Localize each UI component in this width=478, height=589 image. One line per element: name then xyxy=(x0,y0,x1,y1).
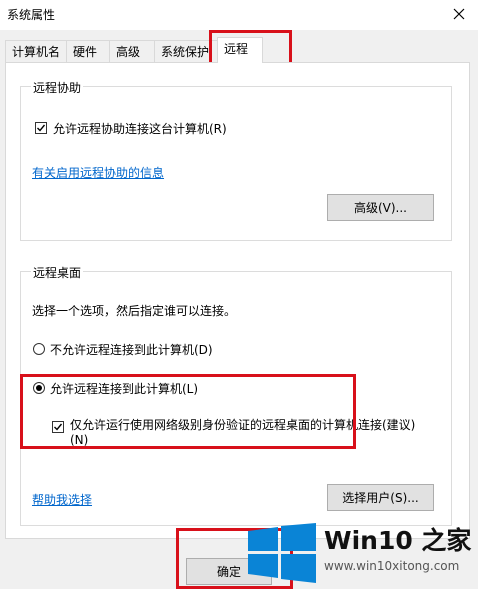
tab-advanced[interactable]: 高级 xyxy=(109,40,155,62)
close-icon xyxy=(453,8,465,20)
remote-tab-panel: 远程协助 允许远程协助连接这台计算机(R) 有关启用远程协助的信息 高级(V).… xyxy=(5,62,470,539)
advanced-button[interactable]: 高级(V)... xyxy=(327,194,434,221)
help-me-choose-link[interactable]: 帮助我选择 xyxy=(32,491,92,508)
tab-hardware[interactable]: 硬件 xyxy=(66,40,110,62)
check-icon xyxy=(37,124,46,132)
select-users-button[interactable]: 选择用户(S)... xyxy=(327,484,434,511)
watermark-brand: Win10 之家 xyxy=(324,526,472,555)
watermark: Win10 之家 www.win10xitong.com xyxy=(246,521,478,589)
allow-remote-assistance-label[interactable]: 允许远程协助连接这台计算机(R) xyxy=(53,120,227,137)
tab-remote[interactable]: 远程 xyxy=(217,37,263,63)
window-title: 系统属性 xyxy=(7,8,56,22)
deny-remote-label[interactable]: 不允许远程连接到此计算机(D) xyxy=(50,341,213,358)
deny-remote-radio[interactable] xyxy=(33,343,45,355)
remote-desktop-title: 远程桌面 xyxy=(31,264,84,281)
remote-assistance-group: 远程协助 允许远程协助连接这台计算机(R) 有关启用远程协助的信息 高级(V).… xyxy=(20,79,452,241)
watermark-url: www.win10xitong.com xyxy=(324,559,460,573)
remote-assistance-info-link[interactable]: 有关启用远程协助的信息 xyxy=(32,164,164,181)
remote-assistance-title: 远程协助 xyxy=(31,79,84,96)
allow-remote-assistance-checkbox[interactable] xyxy=(35,122,47,134)
windows-logo-icon xyxy=(248,523,316,583)
close-button[interactable] xyxy=(440,0,478,28)
highlight-allow-remote xyxy=(20,374,356,449)
title-bar: 系统属性 xyxy=(0,0,478,30)
tab-computer-name[interactable]: 计算机名 xyxy=(5,40,67,62)
remote-desktop-instruction: 选择一个选项，然后指定谁可以连接。 xyxy=(32,304,237,318)
